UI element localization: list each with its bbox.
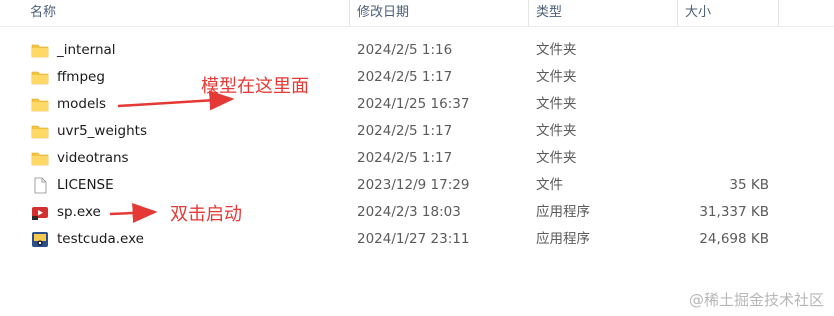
app-testcuda-icon: [32, 232, 48, 247]
column-divider[interactable]: [349, 0, 350, 26]
file-row-uvr5-weights[interactable]: uvr5_weights 2024/2/5 1:17 文件夹: [0, 118, 834, 145]
file-name: models: [57, 96, 107, 112]
app-sp-icon: [32, 207, 48, 220]
file-row-testcuda-exe[interactable]: testcuda.exe 2024/1/27 23:11 应用程序 24,698…: [0, 226, 834, 253]
file-date: 2024/1/25 16:37: [357, 96, 470, 112]
file-date: 2024/2/5 1:16: [357, 42, 453, 58]
file-date: 2024/2/5 1:17: [357, 123, 453, 139]
file-row-models[interactable]: models 2024/1/25 16:37 文件夹: [0, 91, 834, 118]
annotation-sp: 双击启动: [170, 204, 242, 225]
file-type: 应用程序: [536, 231, 590, 247]
file-name: _internal: [57, 42, 116, 58]
folder-icon: [31, 125, 49, 139]
column-name-header[interactable]: 名称: [30, 0, 56, 26]
column-header: 名称 ^ 修改日期 类型 大小: [0, 0, 834, 27]
file-name: ffmpeg: [57, 69, 105, 85]
file-name: sp.exe: [57, 204, 101, 220]
watermark: @稀土掘金技术社区: [688, 291, 824, 309]
file-size: 35 KB: [729, 177, 769, 193]
file-type: 文件: [536, 177, 563, 193]
column-divider[interactable]: [528, 0, 529, 26]
file-row-internal[interactable]: _internal 2024/2/5 1:16 文件夹: [0, 37, 834, 64]
file-row-videotrans[interactable]: videotrans 2024/2/5 1:17 文件夹: [0, 145, 834, 172]
sort-ascending-icon: ^: [180, 0, 188, 6]
folder-icon: [31, 44, 49, 58]
file-date: 2024/2/5 1:17: [357, 69, 453, 85]
file-date: 2024/2/3 18:03: [357, 204, 461, 220]
file-type: 应用程序: [536, 204, 590, 220]
file-name: uvr5_weights: [57, 123, 147, 139]
folder-icon: [31, 71, 49, 85]
file-date: 2024/1/27 23:11: [357, 231, 470, 247]
file-size: 31,337 KB: [699, 204, 769, 220]
annotation-models: 模型在这里面: [201, 76, 309, 97]
column-divider[interactable]: [677, 0, 678, 26]
file-date: 2024/2/5 1:17: [357, 150, 453, 166]
file-type: 文件夹: [536, 123, 577, 139]
file-icon: [34, 177, 47, 194]
column-date-header[interactable]: 修改日期: [357, 0, 409, 26]
file-row-ffmpeg[interactable]: ffmpeg 2024/2/5 1:17 文件夹: [0, 64, 834, 91]
file-row-license[interactable]: LICENSE 2023/12/9 17:29 文件 35 KB: [0, 172, 834, 199]
file-name: testcuda.exe: [57, 231, 144, 247]
file-name: LICENSE: [57, 177, 114, 193]
column-divider[interactable]: [778, 0, 779, 26]
file-date: 2023/12/9 17:29: [357, 177, 470, 193]
file-type: 文件夹: [536, 69, 577, 85]
column-type-header[interactable]: 类型: [536, 0, 562, 26]
file-type: 文件夹: [536, 42, 577, 58]
column-size-header[interactable]: 大小: [685, 0, 711, 26]
file-size: 24,698 KB: [699, 231, 769, 247]
file-type: 文件夹: [536, 150, 577, 166]
folder-icon: [31, 98, 49, 112]
file-name: videotrans: [57, 150, 129, 166]
file-row-sp-exe[interactable]: sp.exe 2024/2/3 18:03 应用程序 31,337 KB: [0, 199, 834, 226]
file-type: 文件夹: [536, 96, 577, 112]
folder-icon: [31, 152, 49, 166]
